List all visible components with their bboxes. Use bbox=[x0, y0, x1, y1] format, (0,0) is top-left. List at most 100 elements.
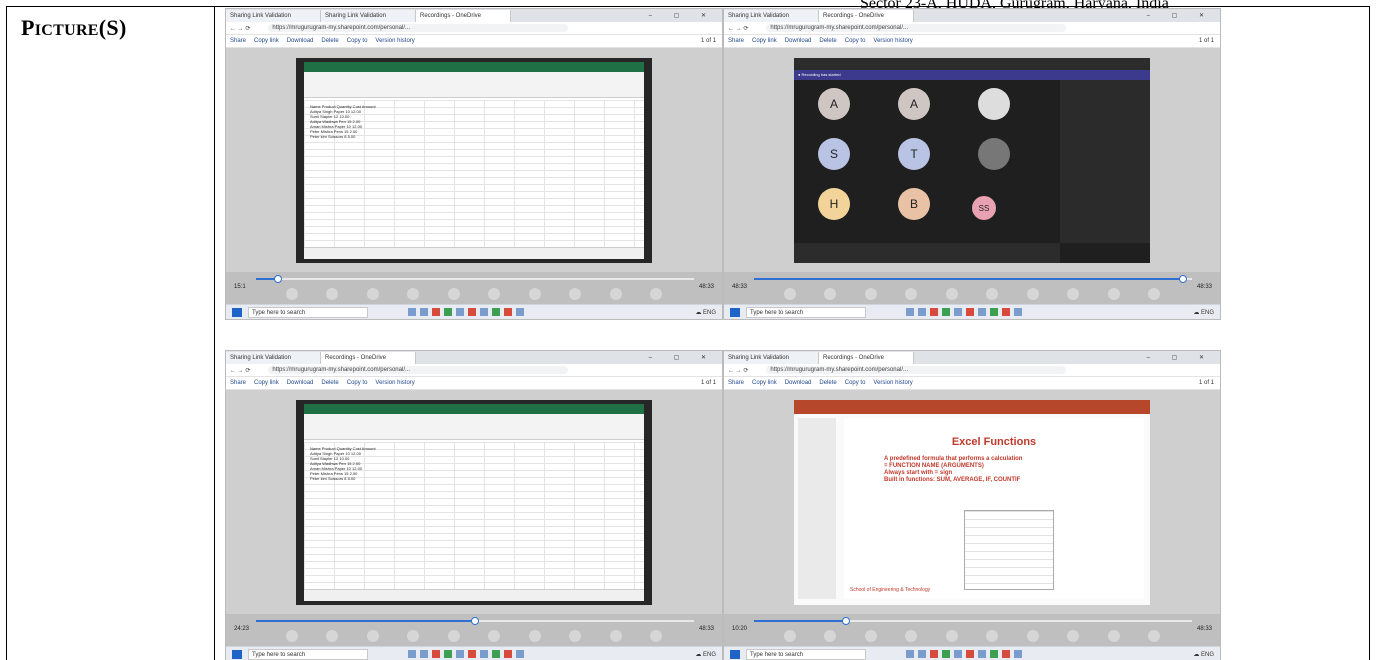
excel-data: Name Product Quantity Cost Amount Aditya … bbox=[310, 104, 376, 139]
tab-recordings[interactable]: Recordings - OneDrive bbox=[321, 351, 416, 364]
system-tray: ☁ ENG bbox=[695, 309, 716, 316]
player-buttons[interactable] bbox=[784, 630, 1160, 642]
system-tray: ☁ ENG bbox=[695, 651, 716, 658]
page-counter: 1 of 1 bbox=[700, 380, 716, 386]
copy-link-button[interactable]: Copy link bbox=[752, 38, 777, 44]
taskbar-apps[interactable] bbox=[906, 308, 1022, 316]
player-buttons[interactable] bbox=[784, 288, 1160, 300]
taskbar-search[interactable]: Type here to search bbox=[746, 648, 866, 660]
version-history-button[interactable]: Version history bbox=[873, 38, 912, 44]
tab-validation[interactable]: Sharing Link Validation bbox=[724, 351, 819, 364]
version-history-button[interactable]: Version history bbox=[375, 380, 414, 386]
player-controls: 15:1 48:33 bbox=[226, 272, 722, 306]
windows-start-icon[interactable] bbox=[232, 307, 242, 317]
delete-button[interactable]: Delete bbox=[321, 380, 338, 386]
tab-recordings[interactable]: Recordings - OneDrive bbox=[819, 9, 914, 22]
total-time: 48:33 bbox=[1196, 626, 1212, 632]
player-buttons[interactable] bbox=[286, 630, 662, 642]
browser-tabs: Sharing Link Validation Recordings - One… bbox=[724, 9, 1220, 22]
version-history-button[interactable]: Version history bbox=[873, 380, 912, 386]
seek-bar[interactable] bbox=[256, 617, 694, 625]
seek-bar[interactable] bbox=[754, 617, 1192, 625]
onedrive-toolbar: Share Copy link Download Delete Copy to … bbox=[724, 35, 1220, 48]
copy-to-button[interactable]: Copy to bbox=[347, 380, 368, 386]
taskbar-apps[interactable] bbox=[408, 650, 524, 658]
address-bar: ← → ⟳ https://mrugurugram-my.sharepoint.c… bbox=[226, 364, 722, 377]
excel-window: Name Product Quantity Cost Amount Aditya … bbox=[304, 404, 644, 601]
screenshot-slide: Sharing Link Validation Recordings - One… bbox=[723, 350, 1221, 660]
delete-button[interactable]: Delete bbox=[819, 380, 836, 386]
windows-taskbar: Type here to search ☁ ENG bbox=[226, 646, 722, 660]
slide-thumbnails[interactable] bbox=[798, 418, 836, 599]
download-button[interactable]: Download bbox=[287, 380, 314, 386]
meeting-dock[interactable] bbox=[794, 243, 1060, 263]
copy-to-button[interactable]: Copy to bbox=[845, 380, 866, 386]
elapsed-time: 48:33 bbox=[732, 284, 748, 290]
tab-validation[interactable]: Sharing Link Validation bbox=[226, 9, 321, 22]
download-button[interactable]: Download bbox=[287, 38, 314, 44]
elapsed-time: 24:23 bbox=[234, 626, 250, 632]
participant-tile: A bbox=[818, 88, 850, 120]
delete-button[interactable]: Delete bbox=[819, 38, 836, 44]
seek-knob[interactable] bbox=[841, 617, 850, 625]
taskbar-search[interactable]: Type here to search bbox=[746, 306, 866, 318]
copy-link-button[interactable]: Copy link bbox=[254, 380, 279, 386]
window-controls[interactable]: – ▢ ✕ bbox=[649, 354, 722, 361]
seek-knob[interactable] bbox=[471, 617, 479, 625]
windows-start-icon[interactable] bbox=[730, 307, 740, 317]
video-stage: Excel Functions A predefined formula tha… bbox=[724, 390, 1220, 614]
window-controls[interactable]: – ▢ ✕ bbox=[1147, 12, 1220, 19]
windows-start-icon[interactable] bbox=[730, 649, 740, 659]
taskbar-search[interactable]: Type here to search bbox=[248, 648, 368, 660]
copy-link-button[interactable]: Copy link bbox=[752, 380, 777, 386]
share-button[interactable]: Share bbox=[230, 38, 246, 44]
taskbar-search[interactable]: Type here to search bbox=[248, 306, 368, 318]
slide-bullets: A predefined formula that performs a cal… bbox=[884, 456, 1023, 483]
taskbar-apps[interactable] bbox=[408, 308, 524, 316]
tab-validation-2[interactable]: Sharing Link Validation bbox=[321, 9, 416, 22]
window-controls[interactable]: – ▢ ✕ bbox=[1147, 354, 1220, 361]
url-field[interactable]: https://mrugurugram-my.sharepoint.com/pe… bbox=[268, 24, 569, 32]
participant-tile: B bbox=[898, 188, 930, 220]
tab-recordings[interactable]: Recordings - OneDrive bbox=[416, 9, 511, 22]
video-stage: Name Product Quantity Cost Amount Aditya … bbox=[226, 48, 722, 272]
url-field[interactable]: https://mrugurugram-my.sharepoint.com/pe… bbox=[766, 24, 1067, 32]
version-history-button[interactable]: Version history bbox=[375, 38, 414, 44]
share-button[interactable]: Share bbox=[728, 38, 744, 44]
participant-avatar-icon bbox=[978, 138, 1010, 170]
screenshot-excel-1: Sharing Link Validation Sharing Link Val… bbox=[225, 8, 723, 320]
copy-to-button[interactable]: Copy to bbox=[347, 38, 368, 44]
video-frame[interactable]: Excel Functions A predefined formula tha… bbox=[794, 400, 1150, 605]
seek-knob[interactable] bbox=[273, 275, 282, 283]
seek-bar[interactable] bbox=[256, 275, 694, 283]
windows-start-icon[interactable] bbox=[232, 649, 242, 659]
onedrive-toolbar: Share Copy link Download Delete Copy to … bbox=[724, 377, 1220, 390]
download-button[interactable]: Download bbox=[785, 38, 812, 44]
participant-tile: T bbox=[898, 138, 930, 170]
recording-banner: ● Recording has started bbox=[794, 70, 1150, 80]
tab-validation[interactable]: Sharing Link Validation bbox=[226, 351, 321, 364]
total-time: 48:33 bbox=[698, 284, 714, 290]
video-frame[interactable]: Name Product Quantity Cost Amount Aditya … bbox=[296, 400, 652, 605]
player-buttons[interactable] bbox=[286, 288, 662, 300]
participant-tile: SS bbox=[972, 196, 996, 220]
tab-recordings[interactable]: Recordings - OneDrive bbox=[819, 351, 914, 364]
copy-to-button[interactable]: Copy to bbox=[845, 38, 866, 44]
share-button[interactable]: Share bbox=[230, 380, 246, 386]
player-controls: 10:20 48:33 bbox=[724, 614, 1220, 648]
meeting-chat-panel[interactable] bbox=[1060, 80, 1150, 243]
taskbar-apps[interactable] bbox=[906, 650, 1022, 658]
share-button[interactable]: Share bbox=[728, 380, 744, 386]
video-frame[interactable]: ● Recording has started A A S T H B SS bbox=[794, 58, 1150, 263]
total-time: 48:33 bbox=[1196, 284, 1212, 290]
window-controls[interactable]: – ▢ ✕ bbox=[649, 12, 722, 19]
url-field[interactable]: https://mrugurugram-my.sharepoint.com/pe… bbox=[766, 366, 1067, 374]
seek-knob[interactable] bbox=[1179, 275, 1188, 283]
delete-button[interactable]: Delete bbox=[321, 38, 338, 44]
seek-bar[interactable] bbox=[754, 275, 1192, 283]
url-field[interactable]: https://mrugurugram-my.sharepoint.com/pe… bbox=[268, 366, 569, 374]
download-button[interactable]: Download bbox=[785, 380, 812, 386]
tab-validation[interactable]: Sharing Link Validation bbox=[724, 9, 819, 22]
video-frame[interactable]: Name Product Quantity Cost Amount Aditya … bbox=[296, 58, 652, 263]
copy-link-button[interactable]: Copy link bbox=[254, 38, 279, 44]
